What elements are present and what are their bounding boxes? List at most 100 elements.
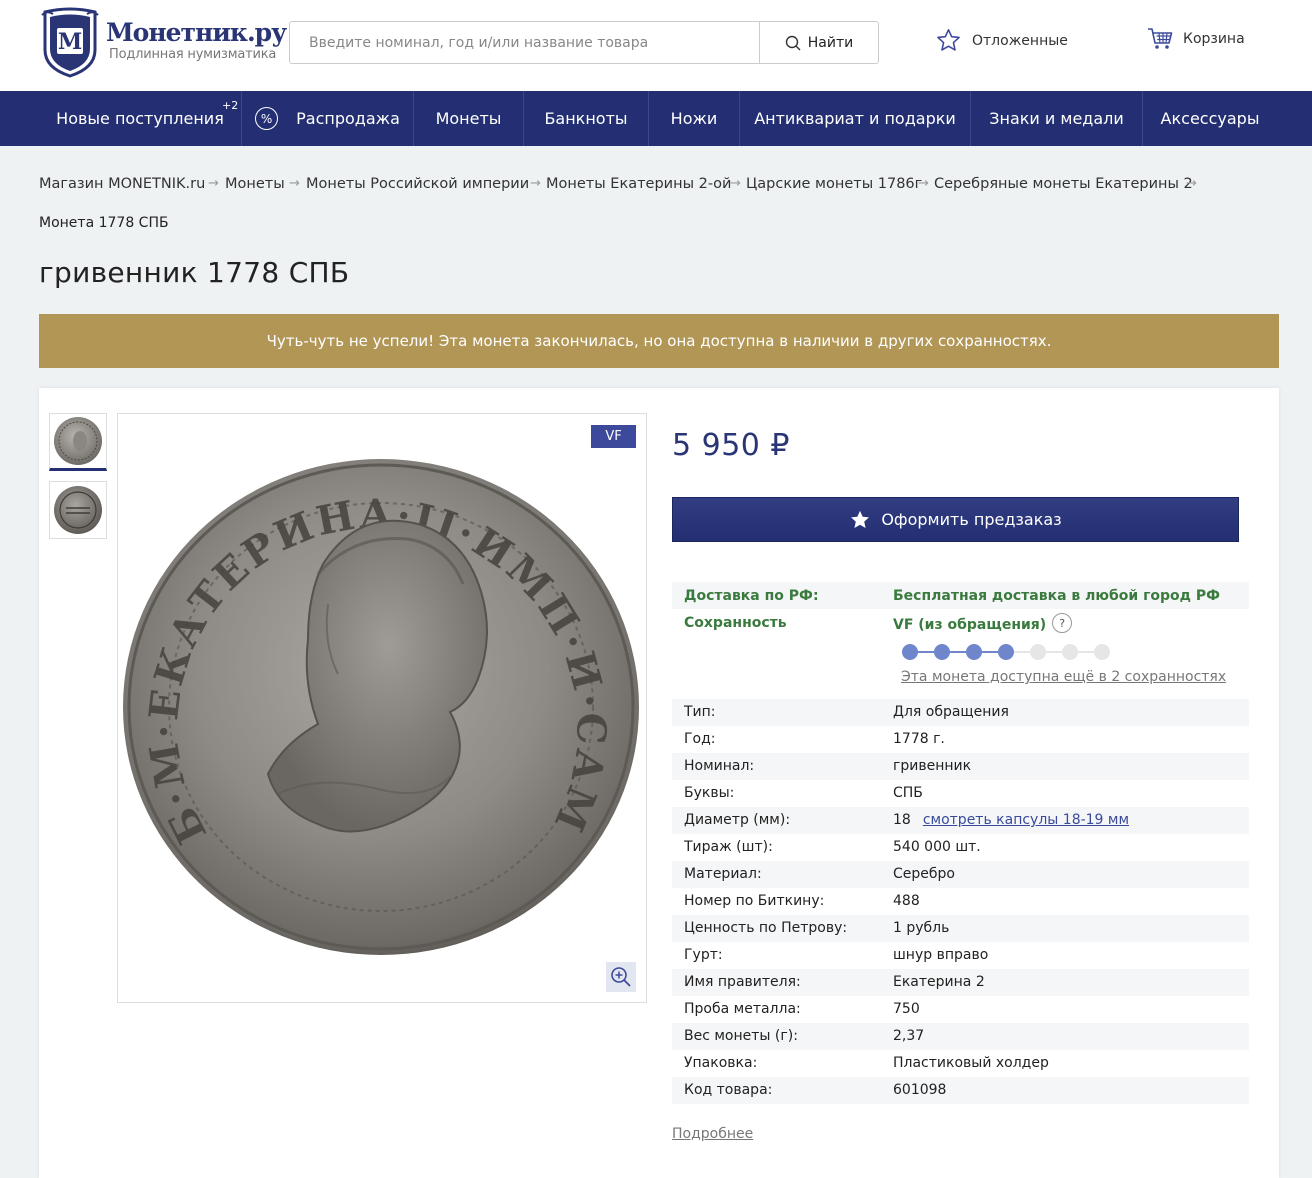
spec-label: Проба металла: xyxy=(684,1001,801,1017)
delivery-label: Доставка по РФ: xyxy=(684,588,819,604)
spec-row: Ценность по Петрову: 1 рубль xyxy=(672,915,1249,942)
site-header: M Монетник.ру Подлинная нумизматика Найт… xyxy=(0,0,1312,91)
nav-item-label: Аксессуары xyxy=(1160,109,1260,128)
spec-label: Материал: xyxy=(684,866,762,882)
site-logo[interactable]: M Монетник.ру Подлинная нумизматика xyxy=(39,6,287,78)
spec-row: Имя правителя: Екатерина 2 xyxy=(672,969,1249,996)
thumbnail-reverse[interactable] xyxy=(49,481,107,539)
logo-shield-icon: M xyxy=(41,7,99,78)
page-title: гривенник 1778 СПБ xyxy=(39,256,350,289)
spec-label: Ценность по Петрову: xyxy=(684,920,848,936)
spec-label: Код товара: xyxy=(684,1082,773,1098)
delivery-row: Доставка по РФ: Бесплатная доставка в лю… xyxy=(672,582,1249,609)
spec-value: Пластиковый холдер xyxy=(893,1055,1049,1071)
spec-value: 488 xyxy=(893,893,920,909)
search-button-label: Найти xyxy=(807,34,854,51)
cart-label: Корзина xyxy=(1183,31,1245,47)
spec-value: 601098 xyxy=(893,1082,947,1098)
nav-item-label: Знаки и медали xyxy=(989,109,1124,128)
nav-item-antiques[interactable]: Антиквариат и подарки xyxy=(740,91,970,146)
nav-item-accessories[interactable]: Аксессуары xyxy=(1143,91,1277,146)
spec-row: Номер по Биткину: 488 xyxy=(672,888,1249,915)
cart-link[interactable]: Корзина xyxy=(1147,27,1245,51)
spec-value: СПБ xyxy=(893,785,923,801)
arrow-right-icon: → xyxy=(1186,176,1197,191)
nav-item-coins[interactable]: Монеты xyxy=(414,91,523,146)
spec-row: Упаковка: Пластиковый холдер xyxy=(672,1050,1249,1077)
condition-dot xyxy=(1062,644,1078,660)
thumbnail-obverse[interactable] xyxy=(49,413,107,471)
zoom-button[interactable] xyxy=(606,962,636,992)
breadcrumb-item[interactable]: Серебряные монеты Екатерины 2 xyxy=(934,174,1193,194)
more-details-link[interactable]: Подробнее xyxy=(672,1126,753,1142)
star-icon xyxy=(937,29,960,51)
condition-row: Сохранность VF (из обращения)? xyxy=(672,609,1249,636)
saved-link[interactable]: Отложенные xyxy=(935,27,1068,54)
breadcrumb-item[interactable]: Монеты Российской империи xyxy=(306,174,529,194)
search-bar: Найти xyxy=(289,21,879,64)
spec-row: Проба металла: 750 xyxy=(672,996,1249,1023)
spec-row: Материал: Серебро xyxy=(672,861,1249,888)
nav-item-label: Монеты xyxy=(435,109,502,128)
svg-text:M: M xyxy=(58,29,82,55)
cart-icon xyxy=(1148,28,1173,49)
preorder-label: Оформить предзаказ xyxy=(881,510,1062,529)
nav-item-new[interactable]: Новые поступления +2 xyxy=(39,91,241,146)
search-icon xyxy=(785,35,801,50)
breadcrumb-item[interactable]: Царские монеты 1786г xyxy=(746,174,922,194)
condition-dot xyxy=(1094,644,1110,660)
new-count-badge: +2 xyxy=(222,99,239,112)
spec-label: Имя правителя: xyxy=(684,974,801,990)
condition-dot xyxy=(1030,644,1046,660)
spec-label: Буквы: xyxy=(684,785,735,801)
nav-item-label: Банкноты xyxy=(544,109,628,128)
spec-row: Код товара: 601098 xyxy=(672,1077,1249,1104)
spec-label: Упаковка: xyxy=(684,1055,758,1071)
spec-label: Гурт: xyxy=(684,947,723,963)
spec-row: Номинал: гривенник xyxy=(672,753,1249,780)
breadcrumb-item[interactable]: Магазин MONETNIK.ru xyxy=(39,174,205,194)
saved-label: Отложенные xyxy=(972,32,1068,49)
capsules-link[interactable]: смотреть капсулы 18-19 мм xyxy=(923,812,1129,828)
condition-dot xyxy=(998,644,1014,660)
spec-label: Тираж (шт): xyxy=(684,839,773,855)
product-image[interactable]: Б·М·ЕКАТЕРИНА·II·ИМП·И·САМОД·ВСЕРОС VF xyxy=(117,413,647,1003)
nav-item-sale[interactable]: % Распродажа xyxy=(242,91,413,146)
spec-value: 2,37 xyxy=(893,1028,925,1044)
spec-row: Диаметр (мм): 18 смотреть капсулы 18-19 мм xyxy=(672,807,1249,834)
grade-badge: VF xyxy=(591,425,636,448)
spec-row: Тираж (шт): 540 000 шт. xyxy=(672,834,1249,861)
spec-row: Год: 1778 г. xyxy=(672,726,1249,753)
spec-label: Номинал: xyxy=(684,758,755,774)
spec-value: Серебро xyxy=(893,866,955,882)
spec-row: Тип: Для обращения xyxy=(672,699,1249,726)
spec-value: 18 xyxy=(893,812,911,828)
spec-label: Номер по Биткину: xyxy=(684,893,825,909)
spec-row: Гурт: шнур вправо xyxy=(672,942,1249,969)
condition-dot xyxy=(902,644,918,660)
spec-value: Для обращения xyxy=(893,704,1009,720)
spec-value: Екатерина 2 xyxy=(893,974,985,990)
out-of-stock-notice: Чуть-чуть не успели! Эта монета закончил… xyxy=(39,314,1279,368)
nav-item-banknotes[interactable]: Банкноты xyxy=(524,91,648,146)
breadcrumb-item[interactable]: Монеты xyxy=(225,174,285,194)
nav-item-label: Новые поступления xyxy=(56,109,224,128)
nav-item-knives[interactable]: Ножи xyxy=(649,91,739,146)
search-input[interactable] xyxy=(290,22,759,63)
preorder-button[interactable]: Оформить предзаказ xyxy=(672,497,1239,542)
logo-name: Монетник.ру xyxy=(106,18,287,47)
arrow-right-icon: → xyxy=(289,176,300,191)
other-conditions-link[interactable]: Эта монета доступна ещё в 2 сохранностях xyxy=(901,669,1226,685)
coin-reverse-thumb xyxy=(54,486,102,534)
spec-label: Тип: xyxy=(684,704,716,720)
search-button[interactable]: Найти xyxy=(759,22,878,63)
nav-item-medals[interactable]: Знаки и медали xyxy=(971,91,1142,146)
spec-label: Диаметр (мм): xyxy=(684,812,791,828)
spec-row: Вес монеты (г): 2,37 xyxy=(672,1023,1249,1050)
arrow-right-icon: → xyxy=(918,176,929,191)
breadcrumb-item[interactable]: Монеты Екатерины 2-ой xyxy=(546,174,731,194)
logo-tagline: Подлинная нумизматика xyxy=(109,47,277,62)
nav-item-label: Антиквариат и подарки xyxy=(754,109,956,128)
help-icon[interactable]: ? xyxy=(1052,613,1073,633)
product-card: Б·М·ЕКАТЕРИНА·II·ИМП·И·САМОД·ВСЕРОС VF 5… xyxy=(39,388,1279,1178)
